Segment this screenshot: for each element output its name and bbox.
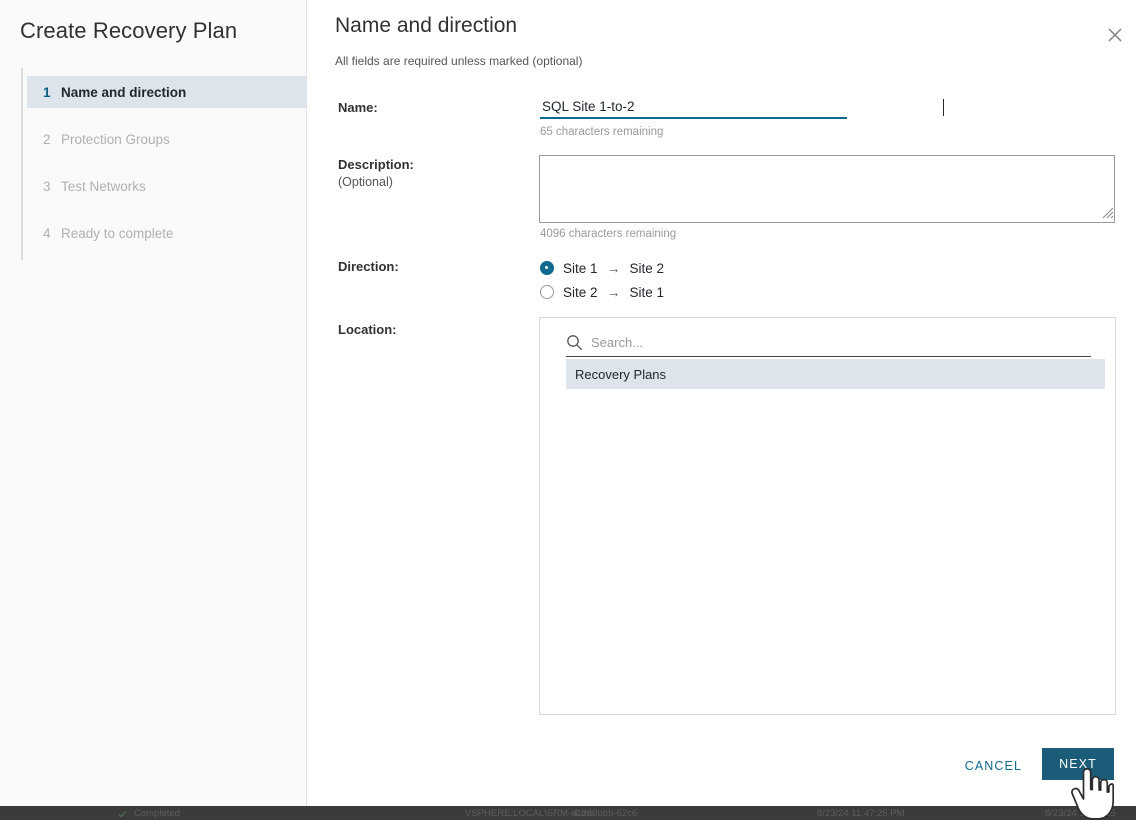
wizard-title: Create Recovery Plan xyxy=(20,18,237,44)
location-search-input[interactable] xyxy=(591,335,1071,350)
direction-from: Site 2 xyxy=(563,285,598,300)
direction-option-label: Site 2 → Site 1 xyxy=(563,284,664,300)
description-textarea[interactable] xyxy=(539,155,1115,223)
radio-selected-icon xyxy=(540,261,554,275)
check-icon xyxy=(118,810,127,818)
description-characters-remaining: 4096 characters remaining xyxy=(540,228,676,240)
radio-unselected-icon xyxy=(540,285,554,299)
step-label: Protection Groups xyxy=(61,132,170,147)
direction-radio-group: Site 1 → Site 2 Site 2 → Site 1 xyxy=(540,256,664,304)
step-number: 1 xyxy=(43,85,61,100)
description-field-label: Description: xyxy=(338,157,414,172)
search-icon xyxy=(566,334,583,351)
location-search-row[interactable] xyxy=(566,329,1091,357)
wizard-step-ready-to-complete[interactable]: 4 Ready to complete xyxy=(27,217,307,249)
page-subtitle: All fields are required unless marked (o… xyxy=(335,54,582,68)
cancel-button[interactable]: CANCEL xyxy=(954,752,1033,780)
location-field-label: Location: xyxy=(338,322,397,337)
direction-to: Site 2 xyxy=(630,261,665,276)
description-optional-label: (Optional) xyxy=(338,175,393,189)
name-field-label: Name: xyxy=(338,100,378,115)
task-status: Completed xyxy=(134,808,180,819)
background-task-strip: Completed VSPHERE.LOCAL\SRM-d1369bbb-62c… xyxy=(0,806,1136,820)
step-label: Name and direction xyxy=(61,85,186,100)
list-item[interactable]: Recovery Plans xyxy=(566,359,1105,389)
task-end-time: 8/23/24 11:47:25 xyxy=(1045,808,1116,819)
wizard-step-protection-groups[interactable]: 2 Protection Groups xyxy=(27,123,307,155)
step-rail-divider xyxy=(21,68,23,260)
direction-from: Site 1 xyxy=(563,261,598,276)
wizard-step-test-networks[interactable]: 3 Test Networks xyxy=(27,170,307,202)
next-button[interactable]: NEXT xyxy=(1042,748,1114,780)
wizard-step-name-and-direction[interactable]: 1 Name and direction xyxy=(27,76,307,108)
create-recovery-plan-wizard: Create Recovery Plan 1 Name and directio… xyxy=(0,0,1136,820)
wizard-sidebar: Create Recovery Plan 1 Name and directio… xyxy=(0,0,307,806)
task-duration: 4 ms xyxy=(573,808,594,819)
arrow-right-icon: → xyxy=(607,260,621,276)
wizard-footer: CANCEL NEXT xyxy=(308,736,1136,794)
location-list: Recovery Plans xyxy=(566,359,1105,389)
text-caret xyxy=(943,99,944,116)
arrow-right-icon: → xyxy=(607,284,621,300)
direction-option-site2-to-site1[interactable]: Site 2 → Site 1 xyxy=(540,280,664,304)
page-title: Name and direction xyxy=(335,14,517,38)
wizard-content-pane: Name and direction All fields are requir… xyxy=(308,0,1136,806)
name-input[interactable] xyxy=(540,97,847,119)
direction-option-label: Site 1 → Site 2 xyxy=(563,260,664,276)
location-picker-panel: Recovery Plans xyxy=(539,317,1116,715)
close-icon[interactable] xyxy=(1102,22,1128,48)
step-number: 3 xyxy=(43,179,61,194)
step-number: 2 xyxy=(43,132,61,147)
step-number: 4 xyxy=(43,226,61,241)
location-item-label: Recovery Plans xyxy=(575,367,666,382)
step-label: Ready to complete xyxy=(61,226,174,241)
step-label: Test Networks xyxy=(61,179,146,194)
name-characters-remaining: 65 characters remaining xyxy=(540,126,663,138)
wizard-step-list: 1 Name and direction 2 Protection Groups… xyxy=(27,76,307,264)
task-start-time: 8/23/24 11:47:25 PM xyxy=(817,808,905,819)
direction-field-label: Direction: xyxy=(338,259,399,274)
direction-to: Site 1 xyxy=(630,285,665,300)
direction-option-site1-to-site2[interactable]: Site 1 → Site 2 xyxy=(540,256,664,280)
task-initiator: VSPHERE.LOCAL\SRM-d1369bbb-62c6 xyxy=(465,808,637,819)
